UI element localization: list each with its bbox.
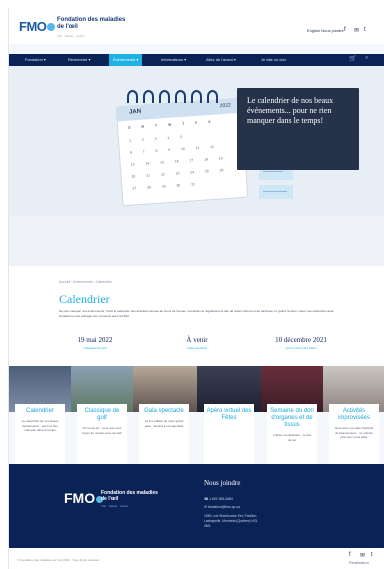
calendar-row: 6 7 8 9 10 11 12 (129, 144, 215, 155)
logo-text: FMO (19, 19, 47, 34)
event-summary[interactable]: 19 mai 2022 Classique de golf (47, 336, 143, 350)
facebook-icon[interactable]: f (344, 27, 346, 33)
site-header: FMO Fondation des maladies de l'œil Voir… (9, 8, 384, 44)
document-line (263, 191, 287, 192)
footer-bottom-bar: © Fondation des maladies de l'œil 2022 ·… (9, 548, 384, 569)
event-link[interactable]: Classique de golf (47, 346, 143, 350)
breadcrumb[interactable]: Accueil › Événements › Calendrier (59, 280, 112, 284)
event-card[interactable]: Semaine du don d'organes et de tissus L'… (267, 404, 317, 464)
twitter-icon[interactable]: t (371, 552, 373, 558)
site-footer: FMO Fondation des maladies de l'œil Voir… (9, 464, 384, 548)
ring-icon (207, 90, 218, 103)
event-cards: Calendrier Le calendrier de nos beaux év… (9, 404, 384, 464)
ring-icon (191, 90, 202, 103)
nav-item-recherche[interactable]: Recherche ▾ (64, 54, 94, 66)
intro-text: Ne pas manquer nos événements ! Voici le… (59, 309, 334, 318)
card-text: Vous avez une idée d'activité de finance… (334, 426, 374, 439)
cart-icon[interactable]: 🛒 (349, 55, 356, 62)
nav-item-allez[interactable]: Allez de l'avant ▾ (202, 54, 240, 66)
card-title: Activités improvisées (337, 408, 370, 421)
event-card[interactable]: Gala spectacle La 1re édition de notre g… (139, 404, 189, 464)
calendar-row: 1 2 3 4 5 (128, 134, 183, 143)
card-title: Classique de golf (84, 408, 120, 421)
calendar-row: 27 28 29 30 31 (132, 182, 196, 191)
card-text: La 1re édition de notre grand gala... bi… (144, 419, 184, 428)
card-title: Apéro virtuel des Fêtes (206, 408, 252, 421)
event-link[interactable]: Gala spectacle (149, 346, 245, 350)
card-text: On remet ça... pour que vous soyez au re… (81, 426, 123, 435)
calendar-row: 20 21 22 23 24 25 26 (131, 168, 224, 179)
hero-ground (9, 216, 384, 266)
calendar-weekdays: S M T W T F S (128, 119, 211, 130)
main-nav: Fondation ▾ Recherche ▾ Événements ▾ Inf… (9, 54, 384, 66)
logo[interactable]: FMO (19, 19, 56, 34)
org-tagline: Voir · Savoir · Guérir (57, 34, 85, 38)
website-frame: FMO Fondation des maladies de l'œil Voir… (8, 8, 384, 569)
card-text: Le calendrier de nos beaux événements...… (21, 419, 59, 432)
contact-phone[interactable]: ☎ 1 800 363-0684 (204, 497, 233, 501)
nav-item-fondation[interactable]: Fondation ▾ (21, 54, 50, 66)
page: FMO Fondation des maladies de l'œil Voir… (0, 0, 384, 569)
card-title: Calendrier (26, 408, 54, 414)
hero-callout-text: Le calendrier de nos beaux événements...… (247, 96, 334, 125)
event-date: À venir (186, 336, 208, 344)
footer-logo-text: FMO (64, 490, 96, 506)
credit-link[interactable]: Réalisation (349, 560, 369, 565)
calendar-month: JAN (128, 108, 142, 116)
email-icon[interactable]: ✉ (354, 27, 359, 34)
main-content: Accueil › Événements › Calendrier Calend… (9, 266, 384, 366)
document-illustration (259, 185, 293, 199)
ring-icon (143, 90, 154, 103)
page-title: Calendrier (59, 292, 110, 306)
event-card[interactable]: Calendrier Le calendrier de nos beaux év… (15, 404, 65, 464)
email-icon[interactable]: ✉ (360, 552, 365, 559)
document-line (263, 171, 283, 172)
org-name: Fondation des maladies de l'œil (57, 17, 126, 30)
nav-item-don[interactable]: Je fais un don (257, 54, 290, 66)
event-card[interactable]: Apéro virtuel des Fêtes (204, 404, 254, 464)
facebook-icon[interactable]: f (349, 552, 351, 558)
nav-item-informations[interactable]: Informations ▾ (157, 54, 190, 66)
card-title: Gala spectacle (144, 408, 184, 414)
copyright: © Fondation des maladies de l'œil 2022 ·… (17, 558, 100, 562)
contact-address: 1560, rue Sherbrooke Est, Pavillon Lacha… (204, 514, 258, 528)
hero-callout: Le calendrier de nos beaux événements...… (237, 88, 359, 170)
contact-title: Nous joindre (204, 479, 241, 487)
card-text: L'ultime compassion... le don de soi (272, 433, 312, 442)
event-summary[interactable]: À venir Gala spectacle (149, 336, 245, 350)
ring-icon (127, 90, 138, 103)
calendar-row: 13 14 15 16 17 18 19 (130, 156, 223, 167)
calendar-page: JAN 2022 S M T W T F S 1 2 3 4 5 6 7 8 9… (115, 97, 249, 207)
ring-icon (159, 90, 170, 103)
calendar-year: 2022 (219, 102, 232, 110)
ring-icon (175, 90, 186, 103)
twitter-icon[interactable]: t (364, 27, 366, 33)
footer-org-name: Fondation des maladies de l'œil (101, 490, 158, 502)
footer-logo[interactable]: FMO (64, 490, 104, 506)
card-title: Semaine du don d'organes et de tissus (270, 408, 314, 428)
nav-item-evenements[interactable]: Événements ▾ (109, 54, 143, 66)
event-card[interactable]: Activités improvisées Vous avez une idée… (329, 404, 379, 464)
event-date: 10 décembre 2021 (275, 336, 327, 344)
event-link[interactable]: Apéro virtuel des Fêtes (253, 346, 349, 350)
event-date: 19 mai 2022 (77, 336, 113, 344)
event-card[interactable]: Classique de golf On remet ça... pour qu… (77, 404, 127, 464)
contact-email[interactable]: ✉ fondation@fmo.qc.ca (204, 505, 240, 509)
footer-org-tagline: Voir · Savoir · Guérir (101, 504, 129, 508)
header-links[interactable]: English Nous joindre (307, 28, 344, 33)
eye-icon (47, 23, 56, 31)
event-summary[interactable]: 10 décembre 2021 Apéro virtuel des Fêtes (253, 336, 349, 350)
search-icon[interactable]: ⌕ (365, 55, 368, 62)
